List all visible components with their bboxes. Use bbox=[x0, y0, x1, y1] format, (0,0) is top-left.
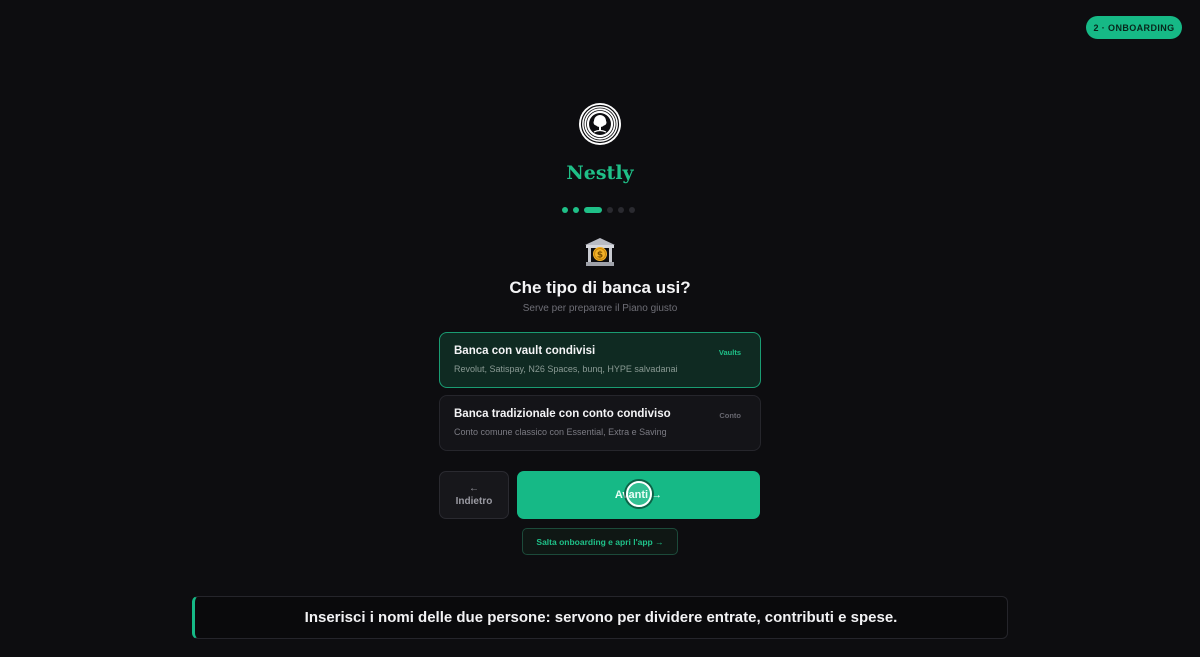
progress-dot bbox=[562, 207, 568, 213]
question-title: Che tipo di banca usi? bbox=[509, 278, 691, 297]
option-tag: Vaults bbox=[718, 348, 741, 357]
tree-logo-icon bbox=[579, 103, 621, 145]
progress-dots bbox=[562, 207, 635, 213]
back-button[interactable]: ← Indietro bbox=[439, 471, 509, 519]
option-shared-vaults[interactable]: Banca con vault condivisi Revolut, Satis… bbox=[439, 332, 761, 388]
cursor-indicator-icon bbox=[626, 481, 652, 507]
progress-dot bbox=[573, 207, 579, 213]
instruction-caption: Inserisci i nomi delle due persone: serv… bbox=[192, 596, 1008, 639]
onboarding-screen: 2 · ONBOARDING Nestly $ Che tipo di banc… bbox=[0, 0, 1200, 657]
progress-dot bbox=[618, 207, 624, 213]
progress-dot-current bbox=[584, 207, 602, 213]
back-button-label: Indietro bbox=[455, 496, 493, 507]
svg-text:$: $ bbox=[597, 251, 603, 261]
progress-dot bbox=[629, 207, 635, 213]
option-title: Banca con vault condivisi bbox=[454, 345, 596, 357]
option-description: Revolut, Satispay, N26 Spaces, bunq, HYP… bbox=[454, 364, 678, 374]
option-shared-account[interactable]: Banca tradizionale con conto condiviso C… bbox=[439, 395, 761, 451]
skip-onboarding-button[interactable]: Salta onboarding e apri l'app → bbox=[522, 528, 678, 555]
question-subtitle: Serve per preparare il Piano giusto bbox=[522, 303, 678, 314]
back-arrow-icon: ← bbox=[469, 483, 479, 494]
brand-name: Nestly bbox=[566, 162, 634, 184]
progress-dot bbox=[607, 207, 613, 213]
bank-icon: $ bbox=[585, 238, 615, 266]
step-badge: 2 · ONBOARDING bbox=[1086, 16, 1182, 39]
option-title: Banca tradizionale con conto condiviso bbox=[454, 408, 671, 420]
option-tag: Conto bbox=[719, 411, 741, 420]
option-description: Conto comune classico con Essential, Ext… bbox=[454, 427, 667, 437]
